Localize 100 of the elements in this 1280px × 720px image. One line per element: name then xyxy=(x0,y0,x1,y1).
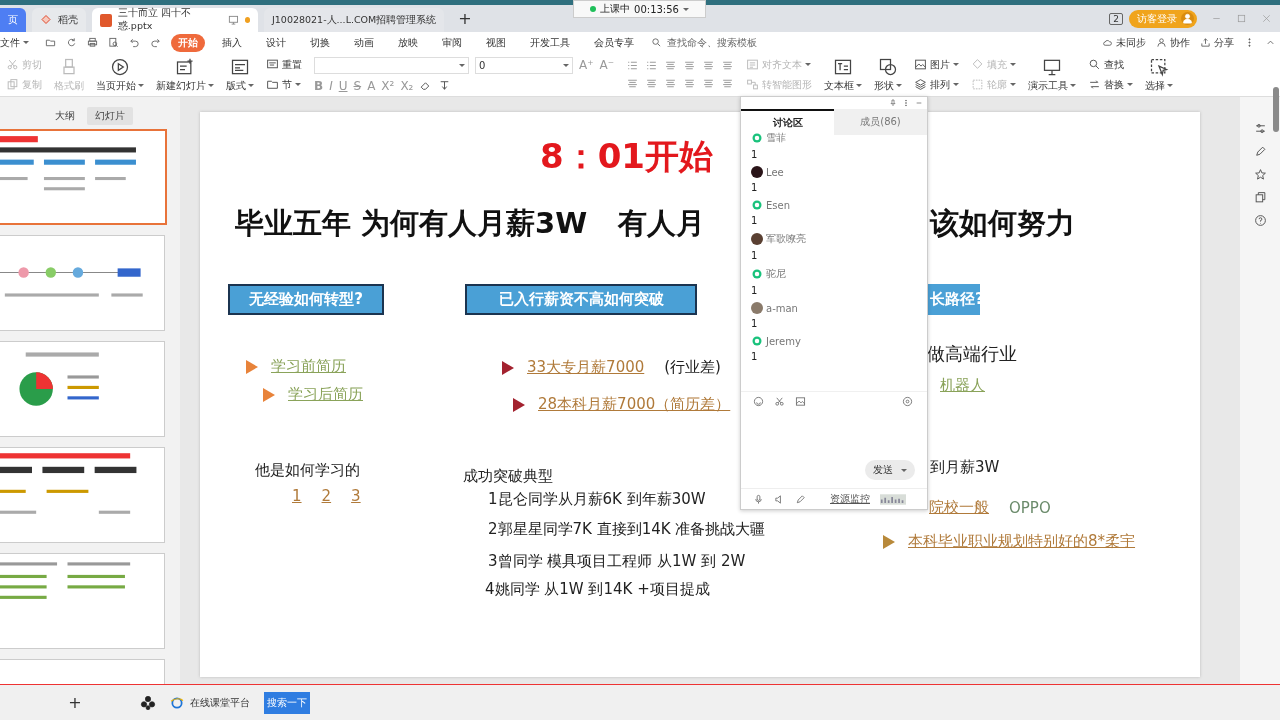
more-icon[interactable] xyxy=(902,99,910,107)
ribbon-button[interactable]: 节 xyxy=(266,77,302,92)
minimize-icon[interactable] xyxy=(915,99,923,107)
paragraph-align-icon[interactable] xyxy=(626,77,640,90)
toolbar-button[interactable]: 分享 xyxy=(1200,35,1234,50)
command-search-field[interactable]: 查找命令、搜索模板 xyxy=(651,36,779,49)
ribbon-button[interactable]: 形状 xyxy=(874,53,903,96)
link-text[interactable]: 3 xyxy=(351,487,361,505)
ribbon-button[interactable]: 重置 xyxy=(266,57,302,72)
ribbon-button[interactable]: 替换 xyxy=(1088,77,1134,92)
document-tab[interactable]: 三十而立 四十不惑.pptx xyxy=(92,8,258,32)
menu-tab[interactable]: 审阅 xyxy=(435,33,469,52)
paragraph-align-icon[interactable] xyxy=(683,59,697,72)
paragraph-align-icon[interactable] xyxy=(702,59,716,72)
new-tab-button[interactable]: + xyxy=(450,9,480,28)
search-button[interactable]: 搜索一下 xyxy=(264,691,310,714)
link-text[interactable]: 院校一般 xyxy=(929,498,989,517)
emoji-icon[interactable] xyxy=(753,396,764,407)
panel-tab[interactable]: 幻灯片 xyxy=(87,107,133,125)
paragraph-align-icon[interactable] xyxy=(664,77,678,90)
slide-thumbnail[interactable] xyxy=(0,341,165,437)
resource-monitor-link[interactable]: 资源监控 xyxy=(830,492,870,506)
paragraph-align-icon[interactable] xyxy=(721,59,735,72)
app-icon[interactable] xyxy=(140,694,156,711)
toolbar-button[interactable]: 协作 xyxy=(1156,35,1190,50)
help-icon[interactable] xyxy=(1253,214,1267,227)
list-icon[interactable] xyxy=(626,59,640,72)
menu-tab[interactable]: 动画 xyxy=(347,33,381,52)
document-tab[interactable]: J10028021-人...L.COM招聘管理系统 xyxy=(264,8,445,32)
panel-tab[interactable]: 大纲 xyxy=(47,107,83,125)
document-tab[interactable]: 稻壳 xyxy=(32,8,86,32)
link-text[interactable]: 33大专月薪7000 xyxy=(527,358,645,377)
window-count-badge[interactable]: 2 xyxy=(1109,12,1123,25)
copy-icon[interactable] xyxy=(1253,191,1267,204)
microphone-icon[interactable] xyxy=(753,493,764,505)
scrollbar[interactable] xyxy=(1273,87,1279,132)
link-text[interactable]: 2 xyxy=(321,487,332,505)
adjust-icon[interactable] xyxy=(1253,122,1267,135)
message-input[interactable]: 发送 xyxy=(741,411,927,488)
ribbon-button[interactable]: 选择 xyxy=(1145,53,1174,96)
slide-text: 2郭星星同学7K 直接到14K 准备挑战大疆 xyxy=(488,520,766,539)
file-menu[interactable]: 文件 xyxy=(0,35,29,50)
star-icon[interactable] xyxy=(1253,168,1267,181)
open-folder-icon[interactable] xyxy=(45,37,56,48)
menu-tab[interactable]: 视图 xyxy=(479,33,513,52)
redo-icon[interactable] xyxy=(150,37,161,48)
slide-thumbnail[interactable] xyxy=(0,447,165,543)
message-text: 1 xyxy=(751,250,759,261)
monitor-icon xyxy=(227,14,239,26)
pen-icon[interactable] xyxy=(1253,145,1267,158)
paragraph-align-icon[interactable] xyxy=(645,77,659,90)
menu-tab[interactable]: 会员专享 xyxy=(587,33,641,52)
ribbon-button[interactable]: 演示工具 xyxy=(1028,53,1077,96)
taskbar-item[interactable]: 在线课堂平台 xyxy=(170,695,250,710)
ribbon-button[interactable]: 版式 xyxy=(226,53,254,96)
menu-tab[interactable]: 设计 xyxy=(259,33,293,52)
section-heading: 已入行薪资不高如何突破 xyxy=(465,284,697,315)
maximize-icon[interactable] xyxy=(1236,13,1247,24)
link-text[interactable]: 1 xyxy=(292,487,302,505)
chat-tab[interactable]: 成员(86) xyxy=(834,109,927,135)
close-icon[interactable] xyxy=(1261,13,1272,24)
paragraph-align-icon[interactable] xyxy=(664,59,678,72)
menu-tab[interactable]: 放映 xyxy=(391,33,425,52)
menu-tab[interactable]: 开发工具 xyxy=(523,33,577,52)
settings-icon[interactable] xyxy=(902,396,913,407)
recording-widget[interactable]: 上课中 00:13:56 xyxy=(573,0,706,18)
ribbon-button[interactable]: 查找 xyxy=(1088,57,1134,72)
image-icon[interactable] xyxy=(795,396,806,407)
pen-icon[interactable] xyxy=(795,493,806,505)
ribbon-button[interactable]: 新建幻灯片 xyxy=(156,53,214,96)
document-tab[interactable]: 页 xyxy=(0,8,26,32)
add-slide-button[interactable]: + xyxy=(66,693,84,712)
link-text[interactable]: 28本科月薪7000（简历差） xyxy=(538,395,731,414)
font-size-field[interactable]: 0 xyxy=(475,56,573,74)
pin-icon[interactable] xyxy=(889,99,897,107)
ribbon-button[interactable]: 当页开始 xyxy=(96,53,144,96)
paragraph-align-icon[interactable] xyxy=(721,77,735,90)
menu-tab[interactable]: 切换 xyxy=(303,33,337,52)
font-name-field[interactable] xyxy=(314,56,469,74)
scissors-icon[interactable] xyxy=(774,396,785,407)
undo-icon[interactable] xyxy=(129,37,140,48)
slide-text: 成功突破典型 xyxy=(463,467,553,486)
ribbon-button[interactable]: 文本框 xyxy=(824,53,863,96)
menu-tab[interactable]: 插入 xyxy=(215,33,249,52)
link-text[interactable]: 本科毕业职业规划特别好的8*柔宇 xyxy=(908,532,1136,551)
toolbar-button[interactable]: 未同步 xyxy=(1102,35,1146,50)
paragraph-align-icon[interactable] xyxy=(683,77,697,90)
list-icon[interactable] xyxy=(645,59,659,72)
send-button[interactable]: 发送 xyxy=(865,460,915,480)
ribbon-button[interactable]: 排列 xyxy=(914,77,960,92)
paragraph-align-icon[interactable] xyxy=(702,77,716,90)
refresh-icon[interactable] xyxy=(66,37,77,48)
caret-icon xyxy=(23,41,29,44)
shapes-icon xyxy=(878,56,899,77)
print-icon[interactable] xyxy=(87,37,98,48)
slide-thumbnail[interactable] xyxy=(0,235,165,331)
slide-thumbnail[interactable] xyxy=(0,553,165,649)
ribbon-button[interactable]: 图片 xyxy=(914,57,960,72)
print-preview-icon[interactable] xyxy=(108,37,119,48)
slide-thumbnail[interactable] xyxy=(0,129,167,225)
